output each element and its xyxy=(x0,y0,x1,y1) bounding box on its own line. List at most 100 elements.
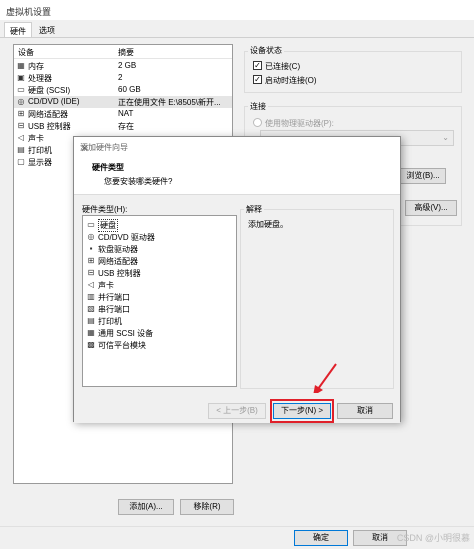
watermark: CSDN @小明很慕 xyxy=(396,533,470,543)
serial-port-icon: ▧ xyxy=(87,304,95,313)
connected-label: 已连接(C) xyxy=(265,62,301,71)
sound-icon: ◁ xyxy=(87,280,95,289)
device-name: 显示器 xyxy=(28,158,52,167)
display-icon: ▢ xyxy=(17,157,25,166)
hardware-type-label: 硬件类型(H): xyxy=(82,205,128,214)
chevron-down-icon: ⌄ xyxy=(442,133,449,142)
hardware-type-list[interactable]: ▭ 硬盘 ◎ CD/DVD 驱动器 ▪ 软盘驱动器 ⊞ 网络适配器 ⊟ USB … xyxy=(82,215,237,387)
column-header-device[interactable]: 设备 xyxy=(18,47,34,58)
device-row-memory[interactable]: ▦ 内存 2 GB xyxy=(14,60,232,72)
hardware-item-label: 打印机 xyxy=(98,317,122,326)
hardware-item-printer[interactable]: ▤ 打印机 xyxy=(85,315,235,327)
cdrom-icon: ◎ xyxy=(17,97,25,106)
advanced-button[interactable]: 高级(V)... xyxy=(405,200,457,216)
device-name: 声卡 xyxy=(28,134,44,143)
wizard-next-button[interactable]: 下一步(N) > xyxy=(273,403,331,419)
device-summary: NAT xyxy=(118,109,134,118)
hardware-item-sound[interactable]: ◁ 声卡 xyxy=(85,279,235,291)
ok-button[interactable]: 确定 xyxy=(294,530,348,546)
hardware-item-label: 并行端口 xyxy=(98,293,130,302)
hardware-item-label: CD/DVD 驱动器 xyxy=(98,233,155,242)
device-row-cpu[interactable]: ▣ 处理器 2 xyxy=(14,72,232,84)
hardware-item-label: 通用 SCSI 设备 xyxy=(98,329,154,338)
tab-divider xyxy=(0,37,474,38)
wizard-header-subtitle: 您要安装哪类硬件? xyxy=(104,177,173,186)
device-name: 处理器 xyxy=(28,74,52,83)
device-list-header: 设备 摘要 xyxy=(14,45,232,59)
hardware-item-harddisk[interactable]: ▭ 硬盘 xyxy=(85,219,235,232)
annotation-arrow xyxy=(313,363,337,396)
hardware-item-parallel-port[interactable]: ▥ 并行端口 xyxy=(85,291,235,303)
device-name: CD/DVD (IDE) xyxy=(28,97,80,106)
explanation-title: 解释 xyxy=(244,204,264,215)
wizard-header: 硬件类型 您要安装哪类硬件? xyxy=(74,155,400,195)
tpm-icon: ▩ xyxy=(87,340,95,349)
wizard-header-title: 硬件类型 xyxy=(92,163,124,172)
hardware-item-scsi[interactable]: ▦ 通用 SCSI 设备 xyxy=(85,327,235,339)
use-physical-radio[interactable] xyxy=(253,118,262,127)
device-status-group xyxy=(244,51,462,93)
explanation-text: 添加硬盘。 xyxy=(248,220,288,229)
hardware-item-floppy[interactable]: ▪ 软盘驱动器 xyxy=(85,243,235,255)
hardware-item-network[interactable]: ⊞ 网络适配器 xyxy=(85,255,235,267)
device-row-usb[interactable]: ⊟ USB 控制器 存在 xyxy=(14,120,232,132)
device-row-cdrom[interactable]: ◎ CD/DVD (IDE) 正在使用文件 E:\8505\新开... xyxy=(14,96,232,108)
device-name: USB 控制器 xyxy=(28,122,71,131)
browse-button[interactable]: 浏览(B)... xyxy=(400,168,446,184)
window-title: 虚拟机设置 xyxy=(6,7,52,17)
add-hardware-wizard: 添加硬件向导 ✕ 硬件类型 您要安装哪类硬件? 硬件类型(H): ▭ 硬盘 ◎ … xyxy=(73,136,401,423)
device-summary: 60 GB xyxy=(118,85,141,94)
hardware-item-tpm[interactable]: ▩ 可信平台模块 xyxy=(85,339,235,351)
device-name: 网络适配器 xyxy=(28,110,68,119)
harddisk-icon: ▭ xyxy=(87,220,95,229)
column-header-summary[interactable]: 摘要 xyxy=(118,47,134,58)
device-row-network[interactable]: ⊞ 网络适配器 NAT xyxy=(14,108,232,120)
printer-icon: ▤ xyxy=(87,316,95,325)
memory-icon: ▦ xyxy=(17,61,25,70)
tab-options[interactable]: 选项 xyxy=(34,22,60,38)
device-name: 内存 xyxy=(28,62,44,71)
hardware-item-cdrom[interactable]: ◎ CD/DVD 驱动器 xyxy=(85,231,235,243)
printer-icon: ▤ xyxy=(17,145,25,154)
hardware-item-label: USB 控制器 xyxy=(98,269,141,278)
connect-on-start-checkbox[interactable]: ✓ xyxy=(253,75,262,84)
wizard-title-bar: 添加硬件向导 ✕ xyxy=(74,137,400,155)
remove-hardware-button[interactable]: 移除(R) xyxy=(180,499,234,515)
hardware-item-label: 声卡 xyxy=(98,281,114,290)
hardware-item-label: 串行端口 xyxy=(98,305,130,314)
device-summary: 2 xyxy=(118,73,123,82)
hardware-item-label: 可信平台模块 xyxy=(98,341,146,350)
wizard-cancel-button[interactable]: 取消 xyxy=(337,403,393,419)
device-name: 硬盘 (SCSI) xyxy=(28,86,71,95)
use-physical-label: 使用物理驱动器(P): xyxy=(265,119,334,128)
hardware-item-label: 软盘驱动器 xyxy=(98,245,138,254)
cpu-icon: ▣ xyxy=(17,73,25,82)
scsi-icon: ▦ xyxy=(87,328,95,337)
hardware-item-usb[interactable]: ⊟ USB 控制器 xyxy=(85,267,235,279)
close-icon[interactable]: ✕ xyxy=(80,142,392,155)
network-icon: ⊞ xyxy=(17,109,25,118)
usb-icon: ⊟ xyxy=(17,121,25,130)
device-summary: 正在使用文件 E:\8505\新开... xyxy=(118,98,221,107)
wizard-back-button[interactable]: < 上一步(B) xyxy=(208,403,266,419)
device-summary: 存在 xyxy=(118,122,134,131)
device-name: 打印机 xyxy=(28,146,52,155)
sound-icon: ◁ xyxy=(17,133,25,142)
harddisk-icon: ▭ xyxy=(17,85,25,94)
device-row-harddisk[interactable]: ▭ 硬盘 (SCSI) 60 GB xyxy=(14,84,232,96)
connected-checkbox[interactable]: ✓ xyxy=(253,61,262,70)
hardware-item-label: 网络适配器 xyxy=(98,257,138,266)
connect-on-start-label: 启动时连接(O) xyxy=(265,76,317,85)
cdrom-icon: ◎ xyxy=(87,232,95,241)
floppy-icon: ▪ xyxy=(89,244,93,253)
tab-hardware[interactable]: 硬件 xyxy=(4,22,32,38)
device-summary: 2 GB xyxy=(118,61,137,70)
tab-bar: 硬件 选项 xyxy=(0,20,474,38)
connection-title: 连接 xyxy=(248,101,268,112)
add-hardware-button[interactable]: 添加(A)... xyxy=(118,499,174,515)
usb-icon: ⊟ xyxy=(87,268,95,277)
parallel-port-icon: ▥ xyxy=(87,292,95,301)
title-bar: 虚拟机设置 xyxy=(0,0,474,20)
network-icon: ⊞ xyxy=(87,256,95,265)
hardware-item-serial-port[interactable]: ▧ 串行端口 xyxy=(85,303,235,315)
